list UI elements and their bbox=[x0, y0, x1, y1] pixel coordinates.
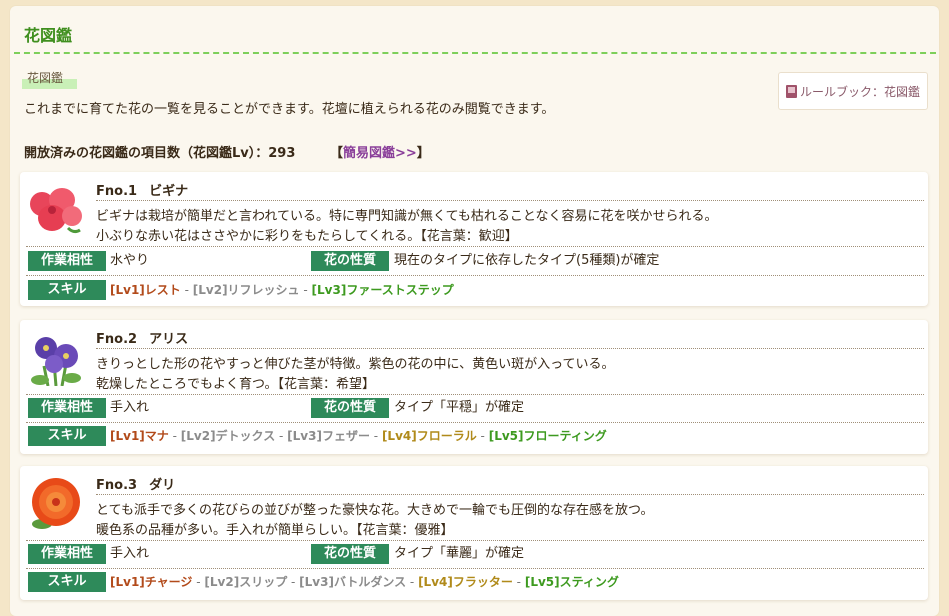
flower-name: アリス bbox=[149, 332, 189, 347]
skill-item: [Lv1]レスト bbox=[110, 283, 181, 297]
skill-label: スキル bbox=[28, 280, 106, 300]
divider bbox=[26, 568, 924, 569]
skill-separator: - bbox=[299, 283, 312, 297]
skill-item: [Lv4]フラッター bbox=[418, 575, 513, 589]
flower-nature-value: タイプ「華麗」が確定 bbox=[394, 546, 525, 561]
title-divider bbox=[14, 52, 936, 54]
rulebook-label: ルールブック：花図鑑 bbox=[800, 84, 921, 99]
flower-description-1: ビギナは栽培が簡単だと言われている。特に専門知識が無くても枯れることなく容易に花… bbox=[96, 209, 718, 224]
flower-description-1: きりっとした形の花やすっと伸びた茎が特徴。紫色の花の中に、黄色い斑が入っている。 bbox=[96, 357, 615, 372]
flower-card: Fno.1 ビギナ ビギナは栽培が簡単だと言われている。特に専門知識が無くても枯れ… bbox=[20, 172, 928, 306]
work-affinity-label: 作業相性 bbox=[28, 398, 106, 418]
skill-item: [Lv2]スリップ bbox=[204, 575, 288, 589]
flower-description-1: とても派手で多くの花びらの並びが整った豪快な花。大きめで一輪でも圧倒的な存在感を… bbox=[96, 503, 654, 518]
skill-item: [Lv2]デトックス bbox=[180, 429, 276, 443]
skill-item: [Lv4]フローラル bbox=[381, 429, 477, 443]
work-affinity-value: 手入れ bbox=[110, 546, 150, 561]
work-affinity-label: 作業相性 bbox=[28, 544, 106, 564]
flower-title: Fno.2 アリス bbox=[96, 328, 200, 347]
flower-card: Fno.2 アリス きりっとした形の花やすっと伸びた茎が特徴。紫色の花の中に、黄色… bbox=[20, 320, 928, 454]
flower-name: ビギナ bbox=[149, 184, 189, 199]
flower-image-alice bbox=[31, 337, 81, 386]
skill-separator: - bbox=[369, 429, 382, 443]
book-icon bbox=[786, 84, 797, 98]
work-affinity-value: 水やり bbox=[110, 253, 150, 268]
flower-nature-value: タイプ「平穏」が確定 bbox=[394, 400, 525, 415]
flower-description-2: 乾燥したところでもよく育つ。【花言葉：希望】 bbox=[96, 377, 375, 392]
flower-description-2: 暖色系の品種が多い。手入れが簡単らしい。【花言葉：優雅】 bbox=[96, 523, 454, 538]
skill-list: [Lv1]チャージ - [Lv2]スリップ - [Lv3]バトルダンス - [L… bbox=[110, 572, 619, 592]
divider bbox=[96, 200, 924, 201]
divider bbox=[26, 540, 924, 541]
skill-separator: - bbox=[275, 429, 288, 443]
divider bbox=[26, 394, 924, 395]
divider bbox=[96, 494, 924, 495]
flower-title: Fno.3 ダリ bbox=[96, 474, 187, 493]
divider bbox=[26, 275, 924, 276]
skill-separator: - bbox=[168, 429, 181, 443]
skill-list: [Lv1]マナ - [Lv2]デトックス - [Lv3]フェザー - [Lv4]… bbox=[110, 426, 607, 446]
skill-label: スキル bbox=[28, 426, 106, 446]
flower-number: Fno.3 bbox=[96, 478, 138, 493]
flower-number: Fno.2 bbox=[96, 332, 138, 347]
flower-number: Fno.1 bbox=[96, 184, 138, 199]
divider bbox=[96, 348, 924, 349]
section-label: 花図鑑 bbox=[22, 67, 77, 89]
quick-encyclopedia: 【簡易図鑑>>】 bbox=[330, 146, 430, 161]
flower-nature-label: 花の性質 bbox=[311, 398, 389, 418]
skill-item: [Lv5]フローティング bbox=[488, 429, 607, 443]
skill-separator: - bbox=[192, 575, 205, 589]
skill-separator: - bbox=[287, 575, 300, 589]
quick-open-bracket: 【 bbox=[329, 146, 343, 161]
flower-image-dari bbox=[32, 478, 80, 529]
quick-close-bracket: 】 bbox=[416, 146, 430, 161]
skill-item: [Lv1]チャージ bbox=[110, 575, 193, 589]
skill-item: [Lv5]スティング bbox=[524, 575, 619, 589]
skill-separator: - bbox=[512, 575, 525, 589]
flower-name: ダリ bbox=[149, 478, 176, 493]
skill-item: [Lv2]リフレッシュ bbox=[192, 283, 300, 297]
skill-separator: - bbox=[406, 575, 419, 589]
rulebook-button[interactable]: ルールブック：花図鑑 bbox=[778, 72, 928, 110]
divider bbox=[26, 422, 924, 423]
flower-description-2: 小ぶりな赤い花はささやかに彩りをもたらしてくれる。【花言葉：歓迎】 bbox=[96, 229, 518, 244]
skill-item: [Lv3]ファーストステップ bbox=[311, 283, 454, 297]
flower-image-bigina bbox=[30, 188, 82, 234]
skill-list: [Lv1]レスト - [Lv2]リフレッシュ - [Lv3]ファーストステップ bbox=[110, 280, 454, 300]
skill-item: [Lv1]マナ bbox=[110, 429, 169, 443]
skill-separator: - bbox=[476, 429, 489, 443]
flower-nature-label: 花の性質 bbox=[311, 544, 389, 564]
page-title: 花図鑑 bbox=[24, 26, 73, 45]
skill-separator: - bbox=[180, 283, 193, 297]
count-label: 開放済みの花図鑑の項目数（花図鑑Lv）：293 bbox=[24, 146, 296, 161]
encyclopedia-count: 開放済みの花図鑑の項目数（花図鑑Lv）：293 【簡易図鑑>>】 bbox=[24, 142, 430, 161]
quick-encyclopedia-link[interactable]: 簡易図鑑>> bbox=[343, 146, 417, 161]
flower-nature-label: 花の性質 bbox=[311, 251, 389, 271]
skill-item: [Lv3]フェザー bbox=[287, 429, 370, 443]
divider bbox=[26, 246, 924, 247]
flower-title: Fno.1 ビギナ bbox=[96, 180, 200, 199]
flower-nature-value: 現在のタイプに依存したタイプ(5種類)が確定 bbox=[394, 253, 660, 268]
work-affinity-value: 手入れ bbox=[110, 400, 150, 415]
work-affinity-label: 作業相性 bbox=[28, 251, 106, 271]
skill-item: [Lv3]バトルダンス bbox=[299, 575, 407, 589]
page-description: これまでに育てた花の一覧を見ることができます。花壇に植えられる花のみ閲覧できます… bbox=[24, 102, 555, 117]
flower-card: Fno.3 ダリ とても派手で多くの花びらの並びが整った豪快な花。大きめで一輪でも… bbox=[20, 466, 928, 600]
skill-label: スキル bbox=[28, 572, 106, 592]
